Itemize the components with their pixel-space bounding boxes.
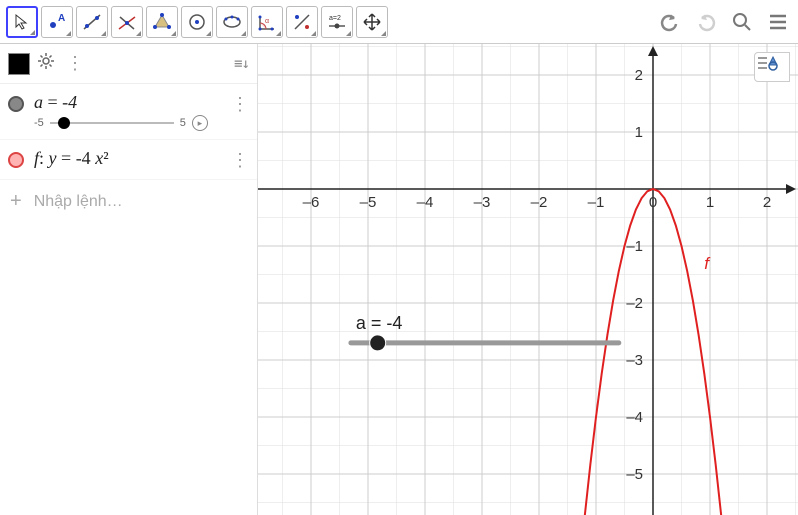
menu-button[interactable]: [764, 8, 792, 36]
item-menu-icon[interactable]: ⋮: [231, 94, 249, 115]
circle-tool[interactable]: [181, 6, 213, 38]
sort-icon[interactable]: ≡↓: [234, 56, 249, 72]
move-tool[interactable]: [6, 6, 38, 38]
visibility-dot[interactable]: [8, 152, 24, 168]
svg-text:–1: –1: [588, 194, 605, 211]
svg-text:–5: –5: [626, 466, 643, 483]
svg-text:0: 0: [649, 194, 657, 211]
color-picker[interactable]: [8, 53, 30, 75]
svg-text:–5: –5: [360, 194, 377, 211]
more-icon[interactable]: ⋮: [66, 53, 84, 74]
slider-knob[interactable]: [58, 117, 70, 129]
svg-text:–3: –3: [626, 352, 643, 369]
slider-track[interactable]: [50, 122, 174, 124]
line-tool[interactable]: [76, 6, 108, 38]
svg-text:–4: –4: [626, 409, 643, 426]
svg-text:–6: –6: [303, 194, 320, 211]
svg-text:–1: –1: [626, 238, 643, 255]
point-tool[interactable]: A: [41, 6, 73, 38]
algebra-header: ⋮ ≡↓: [0, 44, 257, 84]
graph-canvas[interactable]: –6–5–4–3–2–101212–1–2–3–4–5fa = -4: [258, 44, 798, 515]
slider-min: -5: [34, 117, 44, 129]
expression-f: f: y = -4 x²: [34, 148, 221, 169]
item-menu-icon[interactable]: ⋮: [231, 150, 249, 171]
slider-a[interactable]: -5 5 ▸: [34, 115, 221, 131]
algebra-panel: ⋮ ≡↓ a = -4 -5 5 ▸ ⋮ f: y = -4 x² ⋮: [0, 44, 258, 515]
polygon-tool[interactable]: [146, 6, 178, 38]
slider-max: 5: [180, 117, 186, 129]
play-button[interactable]: ▸: [192, 115, 208, 131]
styles-button[interactable]: [754, 52, 790, 82]
settings-icon[interactable]: [36, 51, 56, 76]
command-input[interactable]: Nhập lệnh…: [34, 193, 123, 211]
expression-a: a = -4: [34, 92, 221, 113]
svg-text:2: 2: [763, 194, 771, 211]
undo-button[interactable]: [656, 8, 684, 36]
svg-text:α: α: [265, 18, 269, 25]
main-toolbar: A α a=2: [0, 0, 798, 44]
algebra-item-a[interactable]: a = -4 -5 5 ▸ ⋮: [0, 84, 257, 140]
svg-text:2: 2: [635, 67, 643, 84]
svg-text:a=2: a=2: [329, 15, 341, 22]
conic-tool[interactable]: [216, 6, 248, 38]
search-button[interactable]: [728, 8, 756, 36]
svg-text:–2: –2: [626, 295, 643, 312]
svg-text:–2: –2: [531, 194, 548, 211]
svg-text:A: A: [58, 13, 65, 24]
algebra-item-f[interactable]: f: y = -4 x² ⋮: [0, 140, 257, 180]
svg-text:1: 1: [706, 194, 714, 211]
move-view-tool[interactable]: [356, 6, 388, 38]
angle-tool[interactable]: α: [251, 6, 283, 38]
svg-text:–4: –4: [417, 194, 434, 211]
visibility-dot[interactable]: [8, 96, 24, 112]
plus-icon: +: [10, 190, 22, 213]
svg-text:a = -4: a = -4: [356, 313, 403, 333]
svg-text:–3: –3: [474, 194, 491, 211]
redo-button[interactable]: [692, 8, 720, 36]
perpendicular-tool[interactable]: [111, 6, 143, 38]
svg-text:1: 1: [635, 124, 643, 141]
slider-tool[interactable]: a=2: [321, 6, 353, 38]
graphics-view[interactable]: –6–5–4–3–2–101212–1–2–3–4–5fa = -4: [258, 44, 798, 515]
command-input-row[interactable]: + Nhập lệnh…: [0, 180, 257, 223]
reflect-tool[interactable]: [286, 6, 318, 38]
